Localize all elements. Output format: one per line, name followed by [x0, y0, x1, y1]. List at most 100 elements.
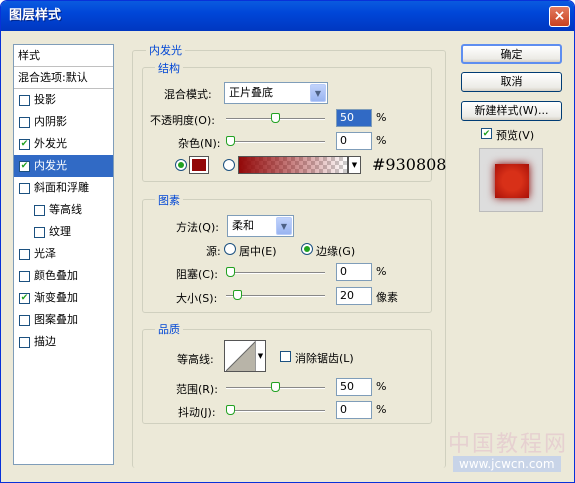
chevron-down-icon: ▼ [276, 217, 292, 235]
source-edge-label: 边缘(G) [316, 245, 356, 258]
jitter-label: 抖动(J): [178, 406, 216, 419]
new-style-button[interactable]: 新建样式(W)... [461, 101, 562, 121]
noise-label: 杂色(N): [178, 137, 221, 150]
size-slider[interactable] [226, 290, 325, 300]
checkbox[interactable]: ✔ [19, 160, 30, 172]
quality-title: 品质 [155, 321, 183, 337]
noise-unit: % [376, 134, 387, 147]
window-title: 图层样式 [9, 8, 62, 23]
style-item[interactable]: 颜色叠加 [14, 265, 113, 287]
checkbox[interactable]: ✔ [19, 138, 30, 150]
color-swatch[interactable] [189, 156, 209, 174]
preview-label: 预览(V) [496, 129, 535, 142]
panel-title: 内发光 [146, 42, 185, 58]
checkbox[interactable] [19, 248, 30, 260]
watermark-url: www.jcwcn.com [453, 456, 561, 472]
blend-mode-select[interactable]: 正片叠底 ▼ [224, 82, 328, 104]
style-item[interactable]: 图案叠加 [14, 309, 113, 331]
style-preview [479, 148, 543, 212]
contour-label: 等高线: [177, 353, 214, 366]
opacity-input[interactable]: 50 [336, 109, 372, 127]
elements-title: 图素 [155, 192, 183, 208]
slider-thumb[interactable] [233, 290, 243, 300]
cancel-button[interactable]: 取消 [461, 72, 562, 92]
gradient-swatch[interactable] [238, 156, 348, 174]
method-select[interactable]: 柔和 ▼ [227, 215, 294, 237]
ok-button[interactable]: 确定 [461, 44, 562, 64]
title-bar: 图层样式 × [1, 1, 574, 31]
checkbox[interactable] [19, 336, 30, 348]
method-label: 方法(Q): [176, 221, 219, 234]
style-item-label: 等高线 [49, 203, 82, 216]
style-item-label: 描边 [34, 335, 56, 348]
slider-thumb[interactable] [226, 267, 235, 277]
contour-curve-icon [226, 341, 256, 371]
structure-title: 结构 [155, 60, 183, 76]
style-item-label: 外发光 [34, 137, 67, 150]
style-item[interactable]: ✔ 外发光 [14, 133, 113, 155]
gradient-radio[interactable] [223, 159, 235, 171]
checkbox[interactable] [19, 116, 30, 128]
source-center-label: 居中(E) [239, 245, 277, 258]
antialias-label: 消除锯齿(L) [295, 352, 354, 365]
style-item[interactable]: 光泽 [14, 243, 113, 265]
choke-unit: % [376, 265, 387, 278]
contour-picker[interactable]: ▼ [224, 340, 266, 372]
style-item-label: 投影 [34, 93, 56, 106]
choke-slider[interactable] [226, 267, 325, 277]
checkbox[interactable] [34, 226, 45, 238]
color-hex-label: #930808 [372, 155, 447, 174]
noise-slider[interactable] [226, 136, 325, 146]
style-item[interactable]: 纹理 [14, 221, 113, 243]
style-item-label: 渐变叠加 [34, 291, 78, 304]
styles-header[interactable]: 样式 [14, 45, 113, 67]
gradient-dropdown-icon[interactable]: ▼ [348, 156, 361, 174]
blending-options-item[interactable]: 混合选项:默认 [14, 67, 113, 89]
checkbox[interactable] [19, 182, 30, 194]
size-input[interactable]: 20 [336, 287, 372, 305]
choke-input[interactable]: 0 [336, 263, 372, 281]
source-label: 源: [206, 245, 221, 258]
watermark-title: 中国教程网 [448, 432, 569, 457]
style-item[interactable]: ✔ 渐变叠加 [14, 287, 113, 309]
style-item[interactable]: 等高线 [14, 199, 113, 221]
jitter-unit: % [376, 403, 387, 416]
blend-mode-label: 混合模式: [164, 88, 212, 101]
slider-thumb[interactable] [226, 405, 235, 415]
style-item-label: 图案叠加 [34, 313, 78, 326]
style-item[interactable]: 描边 [14, 331, 113, 353]
chevron-down-icon: ▼ [310, 84, 326, 102]
style-item[interactable]: 投影 [14, 89, 113, 111]
source-center-radio[interactable] [224, 243, 236, 255]
size-unit: 像素 [376, 291, 398, 304]
range-label: 范围(R): [176, 383, 218, 396]
slider-thumb[interactable] [271, 113, 280, 123]
size-label: 大小(S): [176, 292, 218, 305]
close-icon[interactable]: × [549, 6, 570, 27]
jitter-slider[interactable] [226, 405, 325, 415]
preview-checkbox[interactable]: ✔ [481, 128, 492, 139]
antialias-checkbox[interactable] [280, 351, 291, 362]
style-item-label: 内阴影 [34, 115, 67, 128]
checkbox[interactable]: ✔ [19, 292, 30, 304]
jitter-input[interactable]: 0 [336, 401, 372, 419]
opacity-unit: % [376, 111, 387, 124]
style-item-label: 内发光 [34, 159, 67, 172]
opacity-slider[interactable] [226, 113, 325, 123]
checkbox[interactable] [19, 94, 30, 106]
checkbox[interactable] [19, 314, 30, 326]
source-edge-radio[interactable] [301, 243, 313, 255]
checkbox[interactable] [19, 270, 30, 282]
slider-thumb[interactable] [226, 136, 235, 146]
color-radio[interactable] [175, 159, 187, 171]
opacity-label: 不透明度(O): [150, 114, 215, 127]
style-item[interactable]: 斜面和浮雕 [14, 177, 113, 199]
style-item[interactable]: 内阴影 [14, 111, 113, 133]
style-item[interactable]: ✔ 内发光 [14, 155, 113, 177]
checkbox[interactable] [34, 204, 45, 216]
choke-label: 阻塞(C): [176, 268, 218, 281]
noise-input[interactable]: 0 [336, 132, 372, 150]
slider-thumb[interactable] [271, 382, 280, 392]
range-slider[interactable] [226, 382, 325, 392]
range-input[interactable]: 50 [336, 378, 372, 396]
